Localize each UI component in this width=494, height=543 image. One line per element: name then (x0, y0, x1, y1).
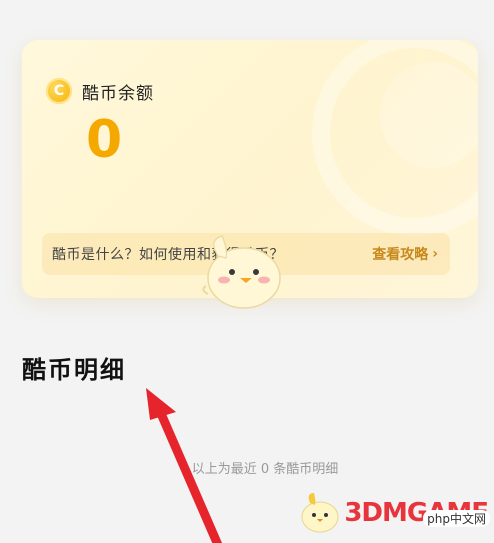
empty-history-note: 以上为最近 0 条酷币明细 (191, 462, 339, 477)
coin-watermark-inner (380, 62, 478, 168)
view-guide-link[interactable]: 查看攻略 › (372, 244, 450, 264)
coin-detail-title: 酷币明细 (22, 356, 126, 384)
balance-amount: 0 (86, 110, 123, 170)
coin-icon: C (46, 78, 72, 104)
mascot-chick-icon (202, 235, 281, 309)
view-guide-label: 查看攻略 (372, 247, 429, 263)
balance-header: C 酷币余额 (46, 78, 154, 104)
watermark-site: php中文网 (423, 510, 490, 527)
watermark-chick-icon (301, 493, 339, 533)
balance-title: 酷币余额 (82, 83, 154, 104)
chevron-right-icon: › (432, 246, 438, 262)
